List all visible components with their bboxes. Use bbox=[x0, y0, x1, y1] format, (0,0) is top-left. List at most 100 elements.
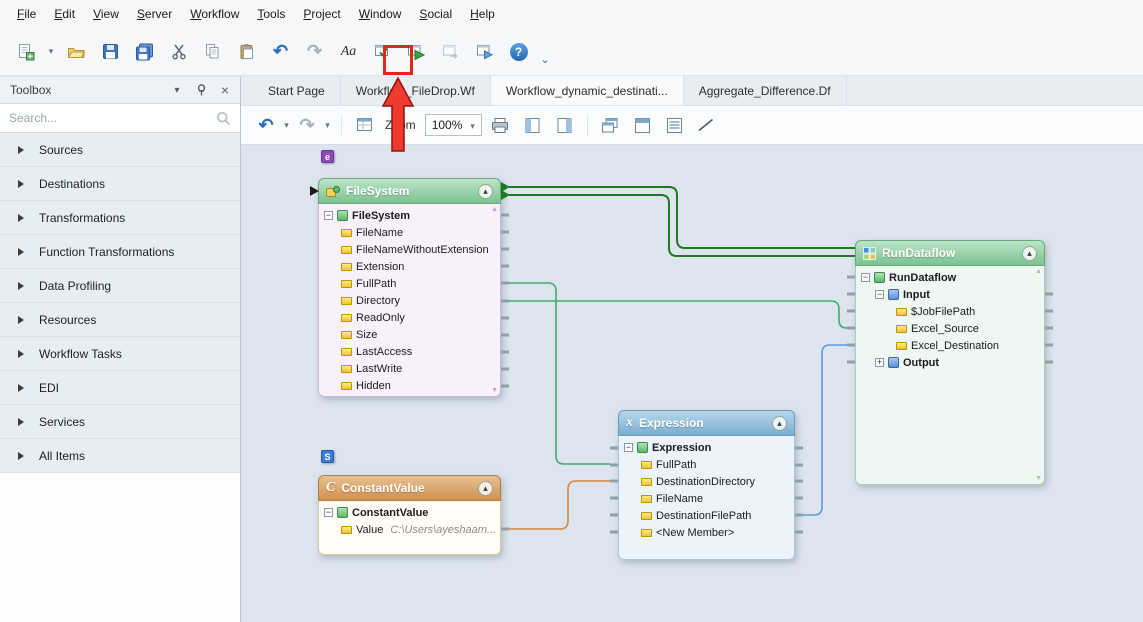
verify-button[interactable] bbox=[369, 38, 396, 65]
page-preview-button[interactable] bbox=[551, 112, 578, 139]
tree-field-row[interactable]: $JobFilePath bbox=[856, 303, 1044, 320]
menu-window[interactable]: Window bbox=[350, 2, 411, 26]
workflow-design-canvas[interactable]: e S FileSystem FileSystem FileName FileN… bbox=[241, 145, 1143, 622]
tree-root-row[interactable]: RunDataflow bbox=[856, 269, 1044, 286]
menu-tools[interactable]: Tools bbox=[248, 2, 294, 26]
pin-icon[interactable] bbox=[194, 83, 208, 97]
close-icon[interactable] bbox=[218, 83, 232, 97]
tree-field-row[interactable]: Hidden bbox=[319, 377, 500, 394]
menu-help[interactable]: Help bbox=[461, 2, 504, 26]
menu-view[interactable]: View bbox=[84, 2, 128, 26]
tree-field-row[interactable]: FileName bbox=[319, 224, 500, 241]
toolbox-section-services[interactable]: Services bbox=[0, 405, 240, 439]
save-all-button[interactable] bbox=[131, 38, 158, 65]
canvas-undo-dropdown[interactable] bbox=[282, 112, 291, 139]
expand-expander-icon[interactable] bbox=[875, 358, 884, 367]
tree-field-row[interactable]: Extension bbox=[319, 258, 500, 275]
tree-input-row[interactable]: Input bbox=[856, 286, 1044, 303]
print-button[interactable] bbox=[487, 112, 514, 139]
draw-link-button[interactable] bbox=[693, 112, 720, 139]
font-button[interactable]: Aa bbox=[335, 38, 362, 65]
tree-field-row[interactable]: DestinationFilePath bbox=[619, 507, 794, 524]
menu-server[interactable]: Server bbox=[128, 2, 181, 26]
new-document-dropdown[interactable] bbox=[46, 38, 56, 65]
tab-workflow-dynamic-destination[interactable]: Workflow_dynamic_destinati... bbox=[491, 76, 684, 105]
layout-vertical-button[interactable] bbox=[661, 112, 688, 139]
collapse-expander-icon[interactable] bbox=[861, 273, 870, 282]
collapse-button[interactable] bbox=[478, 481, 493, 496]
menu-project[interactable]: Project bbox=[294, 2, 349, 26]
tree-field-row[interactable]: FullPath bbox=[319, 275, 500, 292]
menu-edit[interactable]: Edit bbox=[45, 2, 84, 26]
search-input[interactable] bbox=[9, 111, 210, 125]
tree-field-row[interactable]: FileNameWithoutExtension bbox=[319, 241, 500, 258]
tree-field-row[interactable]: FullPath bbox=[619, 456, 794, 473]
toolbox-section-transformations[interactable]: Transformations bbox=[0, 201, 240, 235]
tree-root-row[interactable]: FileSystem bbox=[319, 207, 500, 224]
menu-workflow[interactable]: Workflow bbox=[181, 2, 248, 26]
tree-field-row[interactable]: Excel_Source bbox=[856, 320, 1044, 337]
deploy-button[interactable] bbox=[437, 38, 464, 65]
layout-cascade-button[interactable] bbox=[597, 112, 624, 139]
collapse-button[interactable] bbox=[1022, 246, 1037, 261]
expression-node[interactable]: x Expression Expression FullPath Destina… bbox=[618, 410, 795, 560]
tab-aggregate-difference[interactable]: Aggregate_Difference.Df bbox=[684, 76, 847, 105]
tree-field-row[interactable]: Excel_Destination bbox=[856, 337, 1044, 354]
tree-field-row[interactable]: ReadOnly bbox=[319, 309, 500, 326]
run-button[interactable] bbox=[471, 38, 498, 65]
filesystem-node-header[interactable]: FileSystem bbox=[318, 178, 501, 204]
menu-file[interactable]: File bbox=[8, 2, 45, 26]
rundataflow-node[interactable]: RunDataflow RunDataflow Input $JobFilePa… bbox=[855, 240, 1045, 485]
open-button[interactable] bbox=[63, 38, 90, 65]
canvas-redo-dropdown[interactable] bbox=[323, 112, 332, 139]
toolbox-section-sources[interactable]: Sources bbox=[0, 133, 240, 167]
page-setup-button[interactable] bbox=[519, 112, 546, 139]
canvas-redo-button[interactable] bbox=[296, 112, 318, 139]
filesystem-node[interactable]: FileSystem FileSystem FileName FileNameW… bbox=[318, 178, 501, 397]
singleton-badge[interactable]: S bbox=[321, 450, 334, 463]
scroll-down-icon[interactable] bbox=[491, 387, 498, 394]
scroll-down-icon[interactable] bbox=[1035, 475, 1042, 482]
toolbox-section-data-profiling[interactable]: Data Profiling bbox=[0, 269, 240, 303]
save-button[interactable] bbox=[97, 38, 124, 65]
tree-value-row[interactable]: ValueC:\Users\ayeshaam... bbox=[319, 521, 500, 538]
help-button[interactable] bbox=[505, 38, 532, 65]
tree-field-row[interactable]: FileName bbox=[619, 490, 794, 507]
tree-field-row[interactable]: DestinationDirectory bbox=[619, 473, 794, 490]
undo-button[interactable] bbox=[267, 38, 294, 65]
redo-button[interactable] bbox=[301, 38, 328, 65]
toolbar-overflow-chevron-icon[interactable] bbox=[539, 46, 551, 73]
start-job-button[interactable] bbox=[403, 38, 430, 65]
preview-button[interactable] bbox=[351, 112, 378, 139]
scroll-up-icon[interactable] bbox=[1035, 268, 1042, 275]
toolbox-section-resources[interactable]: Resources bbox=[0, 303, 240, 337]
constantvalue-node[interactable]: C ConstantValue ConstantValue ValueC:\Us… bbox=[318, 475, 501, 555]
tree-root-row[interactable]: Expression bbox=[619, 439, 794, 456]
toolbox-section-edi[interactable]: EDI bbox=[0, 371, 240, 405]
toolbox-section-function-transformations[interactable]: Function Transformations bbox=[0, 235, 240, 269]
toolbox-section-workflow-tasks[interactable]: Workflow Tasks bbox=[0, 337, 240, 371]
layout-horizontal-button[interactable] bbox=[629, 112, 656, 139]
tree-field-row[interactable]: LastAccess bbox=[319, 343, 500, 360]
tree-root-row[interactable]: ConstantValue bbox=[319, 504, 500, 521]
collapse-expander-icon[interactable] bbox=[324, 508, 333, 517]
scroll-up-icon[interactable] bbox=[491, 206, 498, 213]
paste-button[interactable] bbox=[233, 38, 260, 65]
tree-field-row[interactable]: LastWrite bbox=[319, 360, 500, 377]
tab-workflow-filedrop[interactable]: Workflow_FileDrop.Wf bbox=[341, 76, 491, 105]
zoom-select[interactable]: 100% bbox=[425, 114, 482, 136]
cut-button[interactable] bbox=[165, 38, 192, 65]
collapse-expander-icon[interactable] bbox=[875, 290, 884, 299]
collapse-expander-icon[interactable] bbox=[324, 211, 333, 220]
event-badge[interactable]: e bbox=[321, 150, 334, 163]
expression-node-header[interactable]: x Expression bbox=[618, 410, 795, 436]
constantvalue-node-header[interactable]: C ConstantValue bbox=[318, 475, 501, 501]
tree-field-row[interactable]: Directory bbox=[319, 292, 500, 309]
collapse-button[interactable] bbox=[478, 184, 493, 199]
canvas-undo-button[interactable] bbox=[255, 112, 277, 139]
copy-button[interactable] bbox=[199, 38, 226, 65]
collapse-expander-icon[interactable] bbox=[624, 443, 633, 452]
toolbox-menu-chevron-icon[interactable] bbox=[170, 83, 184, 97]
tab-start-page[interactable]: Start Page bbox=[253, 76, 341, 105]
tree-field-row[interactable]: <New Member> bbox=[619, 524, 794, 541]
